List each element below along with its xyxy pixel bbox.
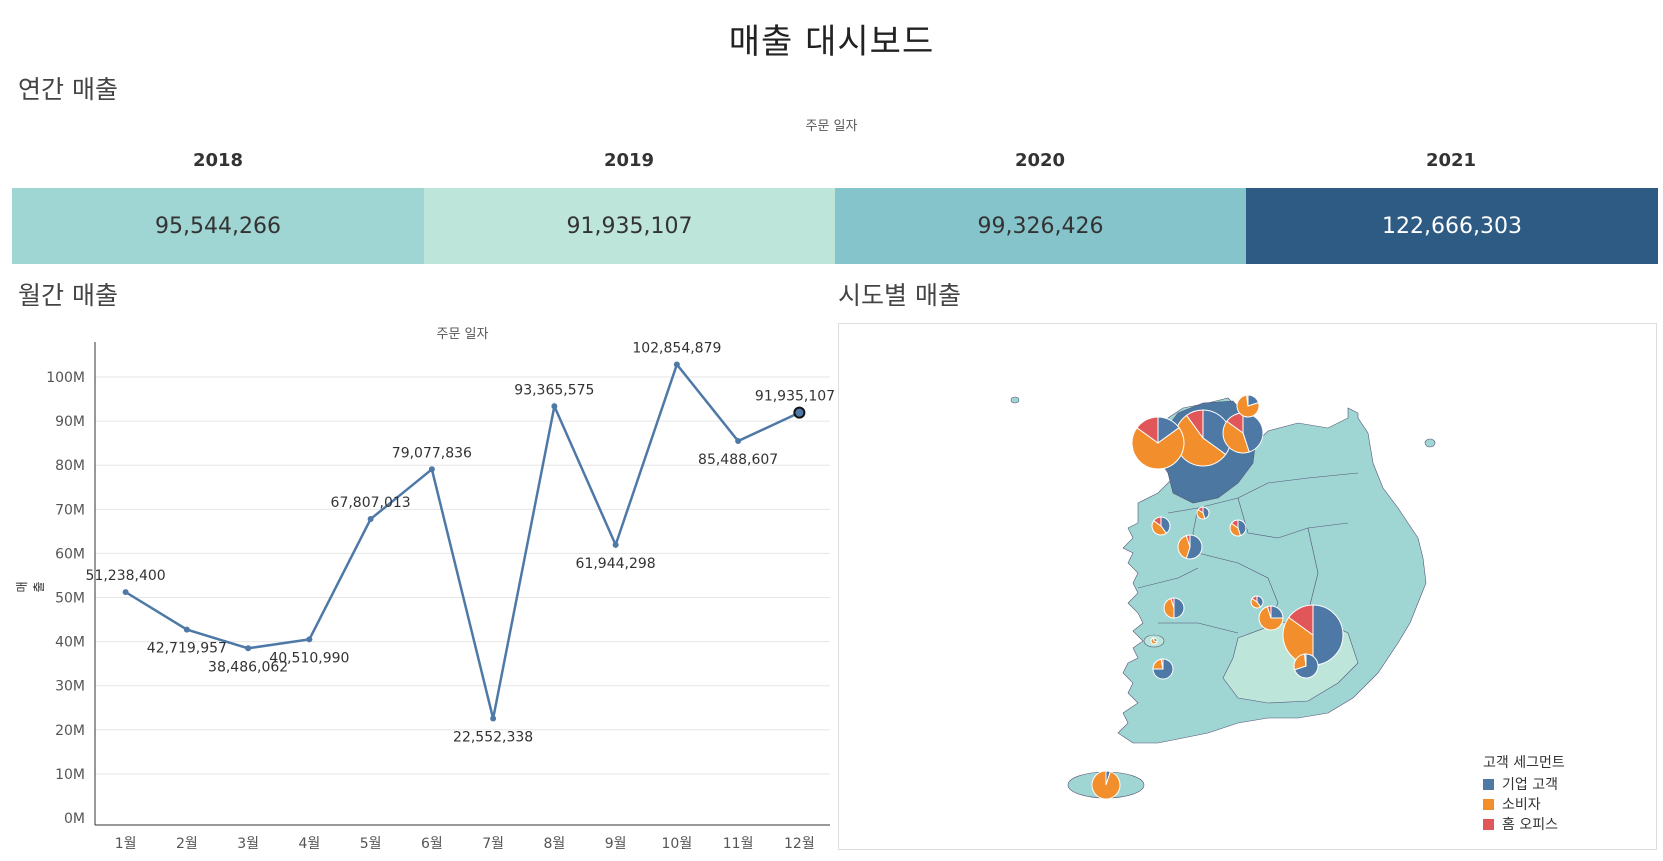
legend-item-consumer[interactable]: 소비자	[1483, 794, 1565, 814]
island-baengnyeong	[1010, 396, 1020, 404]
y-tick-label: 80M	[55, 458, 85, 474]
y-tick-label: 20M	[55, 723, 85, 739]
data-point	[673, 361, 680, 368]
y-tick-label: 100M	[46, 370, 85, 386]
y-tick-label: 40M	[55, 635, 85, 651]
data-point	[490, 715, 497, 722]
legend-item-corporate[interactable]: 기업 고객	[1483, 774, 1565, 794]
y-tick-label: 70M	[55, 502, 85, 518]
data-label: 93,365,575	[514, 382, 594, 398]
data-point	[245, 645, 252, 652]
data-point	[428, 466, 435, 473]
legend-swatch	[1483, 778, 1494, 790]
data-label: 79,077,836	[392, 445, 472, 461]
pie-slice	[1091, 770, 1121, 800]
x-tick-label: 6월	[421, 836, 443, 852]
x-tick-label: 12월	[784, 836, 815, 852]
x-tick-label: 8월	[543, 836, 565, 852]
y-tick-label: 50M	[55, 591, 85, 607]
legend-label: 홈 오피스	[1502, 817, 1558, 833]
data-label: 42,719,957	[147, 641, 227, 657]
year-sales-cell-2020[interactable]: 99,326,426	[835, 188, 1246, 264]
legend-label: 소비자	[1502, 797, 1541, 813]
y-tick-label: 60M	[55, 546, 85, 562]
island-ulleung	[1424, 438, 1436, 448]
y-axis-ticks: 0M 10M 20M 30M 40M 50M 60M 70M 80M 90M 100M	[46, 370, 85, 827]
data-label: 61,944,298	[576, 556, 656, 572]
year-sales-value: 99,326,426	[977, 213, 1104, 239]
year-sales-cell-2021[interactable]: 122,666,303	[1246, 188, 1658, 264]
x-tick-label: 9월	[605, 836, 627, 852]
data-label: 91,935,107	[755, 389, 835, 405]
legend-swatch	[1483, 818, 1494, 830]
year-label-2020: 2020	[1014, 150, 1066, 171]
y-tick-label: 90M	[55, 414, 85, 430]
data-point	[306, 636, 313, 643]
data-point	[183, 626, 190, 633]
x-tick-label: 7월	[482, 836, 504, 852]
x-axis-ticks: 1월 2월 3월 4월 5월 6월 7월 8월 9월 10월 11월 12월	[115, 836, 815, 852]
x-tick-label: 5월	[360, 836, 382, 852]
legend-label: 기업 고객	[1502, 777, 1558, 793]
data-point	[122, 589, 129, 596]
x-tick-label: 10월	[662, 836, 693, 852]
data-point	[612, 541, 619, 548]
year-sales-value: 122,666,303	[1382, 213, 1522, 239]
x-tick-label: 11월	[723, 836, 754, 852]
data-point	[367, 516, 374, 523]
year-label-2021: 2021	[1425, 150, 1477, 171]
x-tick-label: 2월	[176, 836, 198, 852]
data-label: 51,238,400	[86, 568, 166, 584]
data-point	[735, 438, 742, 445]
legend-swatch	[1483, 798, 1494, 810]
monthly-line-chart: 0M 10M 20M 30M 40M 50M 60M 70M 80M 90M 100M 1월 2월 3월…	[46, 340, 836, 852]
x-tick-label: 1월	[115, 836, 137, 852]
y-tick-label: 30M	[55, 679, 85, 695]
y-tick-label: 10M	[55, 767, 85, 783]
map-section-title: 시도별 매출	[838, 281, 961, 310]
data-label: 22,552,338	[453, 730, 533, 746]
segment-legend: 고객 세그먼트 기업 고객 소비자 홈 오피스	[1483, 752, 1565, 834]
data-label: 102,854,879	[632, 340, 721, 356]
x-tick-label: 3월	[237, 836, 259, 852]
data-label: 40,510,990	[269, 650, 349, 666]
data-point	[793, 406, 806, 419]
legend-item-home-office[interactable]: 홈 오피스	[1483, 814, 1565, 834]
x-tick-label: 4월	[298, 836, 320, 852]
data-point	[551, 403, 558, 410]
grid-lines	[95, 376, 830, 775]
data-labels: 51,238,40042,719,95738,486,06240,510,990…	[86, 340, 836, 745]
y-tick-label: 0M	[64, 811, 85, 827]
legend-title: 고객 세그먼트	[1483, 755, 1565, 771]
data-label: 67,807,013	[331, 495, 411, 511]
data-label: 85,488,607	[698, 452, 778, 468]
